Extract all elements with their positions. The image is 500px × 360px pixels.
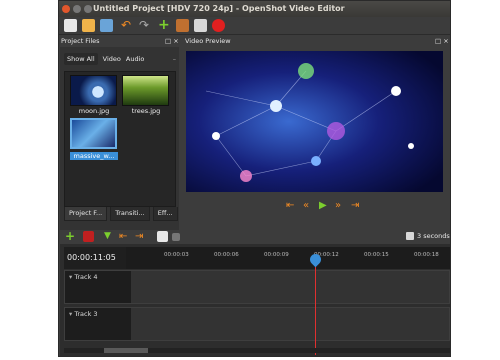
undo-icon[interactable]: ↶ <box>121 19 134 32</box>
file-label-moon: moon.jpg <box>78 107 110 115</box>
center-icon[interactable] <box>172 233 180 241</box>
dock-tabs: Project F... Transiti... Eff... <box>64 207 178 221</box>
minimize-window-button[interactable] <box>73 5 81 13</box>
new-project-icon[interactable] <box>64 19 77 32</box>
open-project-icon[interactable] <box>82 19 95 32</box>
export-icon[interactable] <box>176 19 189 32</box>
timeline-panel: 00:00:11:05 00:00:03 00:00:06 00:00:09 0… <box>60 244 450 356</box>
playback-controls: ⇤ « ▶ » ⇥ <box>182 197 450 215</box>
add-track-icon[interactable]: + <box>65 230 76 242</box>
ruler-tick: 00:00:09 <box>264 252 289 258</box>
ruler-tick: 00:00:18 <box>414 252 439 258</box>
window-controls <box>62 5 92 13</box>
rewind-icon[interactable]: « <box>303 200 309 212</box>
timecode-display: 00:00:11:05 <box>64 247 126 269</box>
window-title: Untitled Project [HDV 720 24p] - OpenSho… <box>93 4 345 13</box>
video-preview-header: Video Preview <box>185 37 231 45</box>
tab-project-files[interactable]: Project F... <box>64 207 108 221</box>
ruler-tick: 00:00:06 <box>214 252 239 258</box>
play-icon[interactable]: ▶ <box>319 200 327 212</box>
filter-clear-icon[interactable]: – <box>173 55 176 63</box>
main-toolbar: ↶ ↷ + <box>59 17 450 35</box>
timeline-toolbar: + ▼ ⇤ ⇥ 3 seconds <box>60 230 450 244</box>
redo-icon[interactable]: ↷ <box>139 19 152 32</box>
track-name: Track 3 <box>74 310 98 318</box>
file-filter-tabs: Show All Video Audio – <box>64 51 176 67</box>
collapse-icon[interactable]: ▾ <box>69 310 72 318</box>
jump-start-icon[interactable]: ⇤ <box>286 200 294 212</box>
record-icon[interactable] <box>212 19 225 32</box>
filter-video[interactable]: Video <box>103 55 121 63</box>
zoom-control[interactable]: 3 seconds <box>406 231 450 242</box>
playhead-line <box>315 259 316 355</box>
ruler-tick: 00:00:03 <box>164 252 189 258</box>
razor-icon[interactable] <box>157 231 168 242</box>
add-marker-icon[interactable]: ▼ <box>104 231 115 242</box>
file-list[interactable]: moon.jpg trees.jpg massive_w... <box>64 71 176 207</box>
next-marker-icon[interactable]: ⇥ <box>135 231 146 242</box>
track-header: ▾ Track 4 <box>65 271 131 303</box>
snap-icon[interactable] <box>83 231 94 242</box>
collapse-icon[interactable]: ▾ <box>69 273 72 281</box>
project-files-header: Project Files <box>61 37 100 45</box>
jump-end-icon[interactable]: ⇥ <box>351 200 359 212</box>
track-header: ▾ Track 3 <box>65 308 131 340</box>
maximize-window-button[interactable] <box>84 5 92 13</box>
file-label-massive: massive_w... <box>70 152 118 160</box>
project-files-dock-buttons[interactable]: □ × <box>165 36 179 46</box>
timeline-scrollbar[interactable] <box>64 348 450 353</box>
track-row[interactable]: ▾ Track 4 <box>64 270 450 304</box>
ruler-tick: 00:00:15 <box>364 252 389 258</box>
project-files-panel: Show All Video Audio – moon.jpg trees.jp… <box>60 47 179 230</box>
save-project-icon[interactable] <box>100 19 113 32</box>
file-thumb-moon[interactable] <box>70 75 117 106</box>
fast-forward-icon[interactable]: » <box>335 200 341 212</box>
video-preview-frame <box>186 51 443 192</box>
track-row[interactable]: ▾ Track 3 <box>64 307 450 341</box>
tab-effects[interactable]: Eff... <box>152 207 178 221</box>
filter-audio[interactable]: Audio <box>126 55 144 63</box>
close-window-button[interactable] <box>62 5 70 13</box>
tab-transitions[interactable]: Transiti... <box>110 207 150 221</box>
add-file-icon[interactable]: + <box>158 18 171 32</box>
file-thumb-trees[interactable] <box>122 75 169 106</box>
video-preview-dock-buttons[interactable]: □ × <box>435 36 449 46</box>
video-preview-panel: ⇤ « ▶ » ⇥ <box>182 47 450 230</box>
zoom-icon <box>406 232 414 240</box>
filter-show-all[interactable]: Show All <box>64 53 98 65</box>
openshot-window: Untitled Project [HDV 720 24p] - OpenSho… <box>58 0 451 357</box>
preview-image <box>186 51 443 192</box>
time-ruler[interactable]: 00:00:03 00:00:06 00:00:09 00:00:12 00:0… <box>126 247 450 269</box>
scrollbar-thumb[interactable] <box>104 348 148 353</box>
fullscreen-icon[interactable] <box>194 19 207 32</box>
file-label-trees: trees.jpg <box>131 107 161 115</box>
file-thumb-massive[interactable] <box>70 118 117 149</box>
zoom-label: 3 seconds <box>417 232 450 240</box>
previous-marker-icon[interactable]: ⇤ <box>119 231 130 242</box>
track-name: Track 4 <box>74 273 98 281</box>
title-bar: Untitled Project [HDV 720 24p] - OpenSho… <box>59 1 450 17</box>
